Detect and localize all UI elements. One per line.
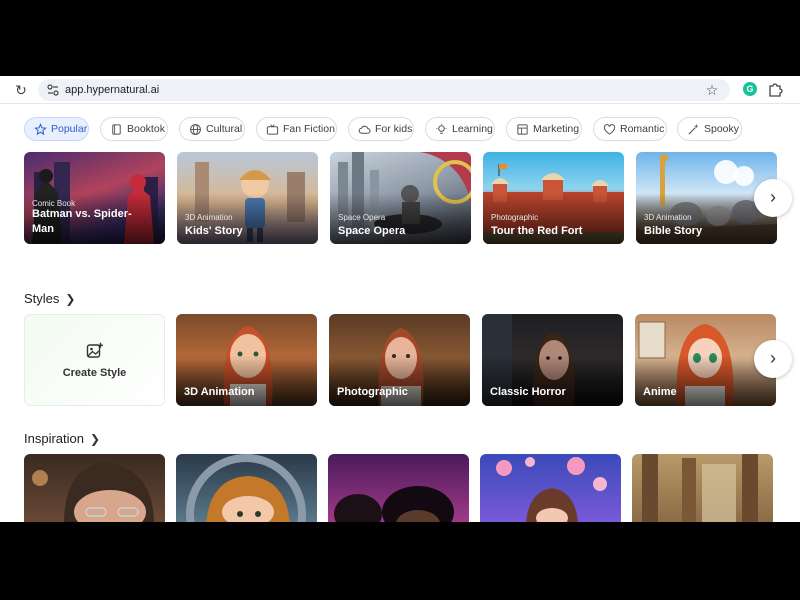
- featured-card[interactable]: Comic Book Batman vs. Spider-Man: [24, 152, 165, 244]
- extensions-puzzle-icon[interactable]: [767, 81, 783, 97]
- card-subtitle: Space Opera: [338, 213, 386, 222]
- chip-label: Fan Fiction: [283, 123, 335, 135]
- inspiration-card[interactable]: [24, 454, 165, 522]
- inspiration-row: [24, 454, 784, 522]
- chip-label: Learning: [452, 123, 493, 135]
- chevron-right-icon: ❯: [65, 292, 76, 306]
- site-settings-icon[interactable]: [46, 83, 60, 97]
- card-title: 3D Animation: [184, 386, 255, 398]
- inspiration-heading[interactable]: Inspiration ❯: [24, 431, 100, 446]
- browser-viewport: ↻ app.hypernatural.ai ☆ G Popular Bookto…: [0, 76, 800, 522]
- styles-row: Create Style 3D Animation Photographic C…: [24, 314, 792, 406]
- globe-icon: [190, 124, 201, 135]
- card-subtitle: 3D Animation: [644, 213, 692, 222]
- styles-heading-text: Styles: [24, 291, 60, 306]
- image-plus-icon: [86, 342, 103, 358]
- wand-icon: [688, 123, 699, 135]
- style-card[interactable]: Photographic: [329, 314, 470, 406]
- inspiration-card[interactable]: [632, 454, 773, 522]
- create-style-label: Create Style: [62, 367, 127, 379]
- heart-icon: [603, 124, 616, 135]
- card-image: [186, 454, 306, 522]
- card-title: Batman vs. Spider-Man: [32, 208, 132, 235]
- reload-icon[interactable]: ↻: [12, 81, 30, 99]
- browser-toolbar: ↻ app.hypernatural.ai ☆ G: [0, 76, 800, 104]
- chip-marketing[interactable]: Marketing: [506, 117, 582, 141]
- styles-next-button[interactable]: ›: [754, 340, 792, 378]
- inspiration-heading-text: Inspiration: [24, 431, 84, 446]
- tv-icon: [266, 124, 279, 135]
- address-bar[interactable]: app.hypernatural.ai ☆: [38, 79, 730, 101]
- star-icon: [34, 123, 47, 136]
- layout-icon: [517, 124, 528, 135]
- inspiration-card[interactable]: [480, 454, 621, 522]
- chip-popular[interactable]: Popular: [24, 117, 89, 141]
- chip-label: For kids: [375, 123, 413, 135]
- lightbulb-icon: [436, 123, 447, 134]
- featured-card[interactable]: 3D Animation Kids' Story: [177, 152, 318, 244]
- grammarly-extension-icon[interactable]: G: [743, 82, 757, 96]
- card-title: Photographic: [337, 386, 408, 398]
- chip-cultural[interactable]: Cultural: [179, 117, 245, 141]
- chip-fan-fiction[interactable]: Fan Fiction: [256, 117, 337, 141]
- url-text[interactable]: app.hypernatural.ai: [65, 83, 159, 97]
- chevron-right-icon: ❯: [89, 432, 101, 446]
- card-subtitle: 3D Animation: [185, 213, 233, 222]
- featured-next-button[interactable]: ›: [754, 179, 792, 217]
- chevron-right-icon: ›: [770, 348, 776, 368]
- chip-label: Spooky: [704, 123, 740, 135]
- chip-label: Booktok: [127, 123, 165, 135]
- featured-row: Comic Book Batman vs. Spider-Man 3D Anim…: [24, 152, 792, 244]
- style-card[interactable]: 3D Animation: [176, 314, 317, 406]
- card-title: Bible Story: [644, 225, 703, 237]
- bookmark-star-icon[interactable]: ☆: [704, 82, 720, 98]
- chevron-right-icon: ›: [770, 187, 776, 207]
- chip-label: Cultural: [206, 123, 243, 135]
- card-shade: [329, 355, 470, 406]
- style-card[interactable]: Classic Horror: [482, 314, 623, 406]
- card-shade: [482, 355, 623, 406]
- card-title: Classic Horror: [490, 386, 566, 398]
- chip-romantic[interactable]: Romantic: [593, 117, 667, 141]
- card-image: [334, 486, 454, 522]
- card-image: [32, 462, 154, 522]
- chip-booktok[interactable]: Booktok: [100, 117, 168, 141]
- chip-label: Popular: [51, 123, 88, 135]
- inspiration-card[interactable]: [328, 454, 469, 522]
- card-subtitle: Photographic: [491, 213, 539, 222]
- chip-for-kids[interactable]: For kids: [348, 117, 414, 141]
- featured-card[interactable]: Space Opera Space Opera: [330, 152, 471, 244]
- chip-learning[interactable]: Learning: [425, 117, 495, 141]
- book-icon: [112, 124, 121, 135]
- create-style-card[interactable]: Create Style: [24, 314, 165, 406]
- card-title: Anime: [643, 386, 677, 398]
- card-title: Tour the Red Fort: [491, 225, 583, 237]
- featured-card[interactable]: Photographic Tour the Red Fort: [483, 152, 624, 244]
- cloud-icon: [358, 125, 371, 134]
- card-shade: [176, 355, 317, 406]
- card-image: [496, 457, 607, 522]
- chip-label: Marketing: [533, 123, 580, 135]
- card-title: Space Opera: [338, 225, 406, 237]
- chip-spooky[interactable]: Spooky: [677, 117, 742, 141]
- card-image: [642, 454, 758, 522]
- inspiration-card[interactable]: [176, 454, 317, 522]
- chip-label: Romantic: [620, 123, 665, 135]
- card-title: Kids' Story: [185, 225, 243, 237]
- styles-heading[interactable]: Styles ❯: [24, 291, 75, 306]
